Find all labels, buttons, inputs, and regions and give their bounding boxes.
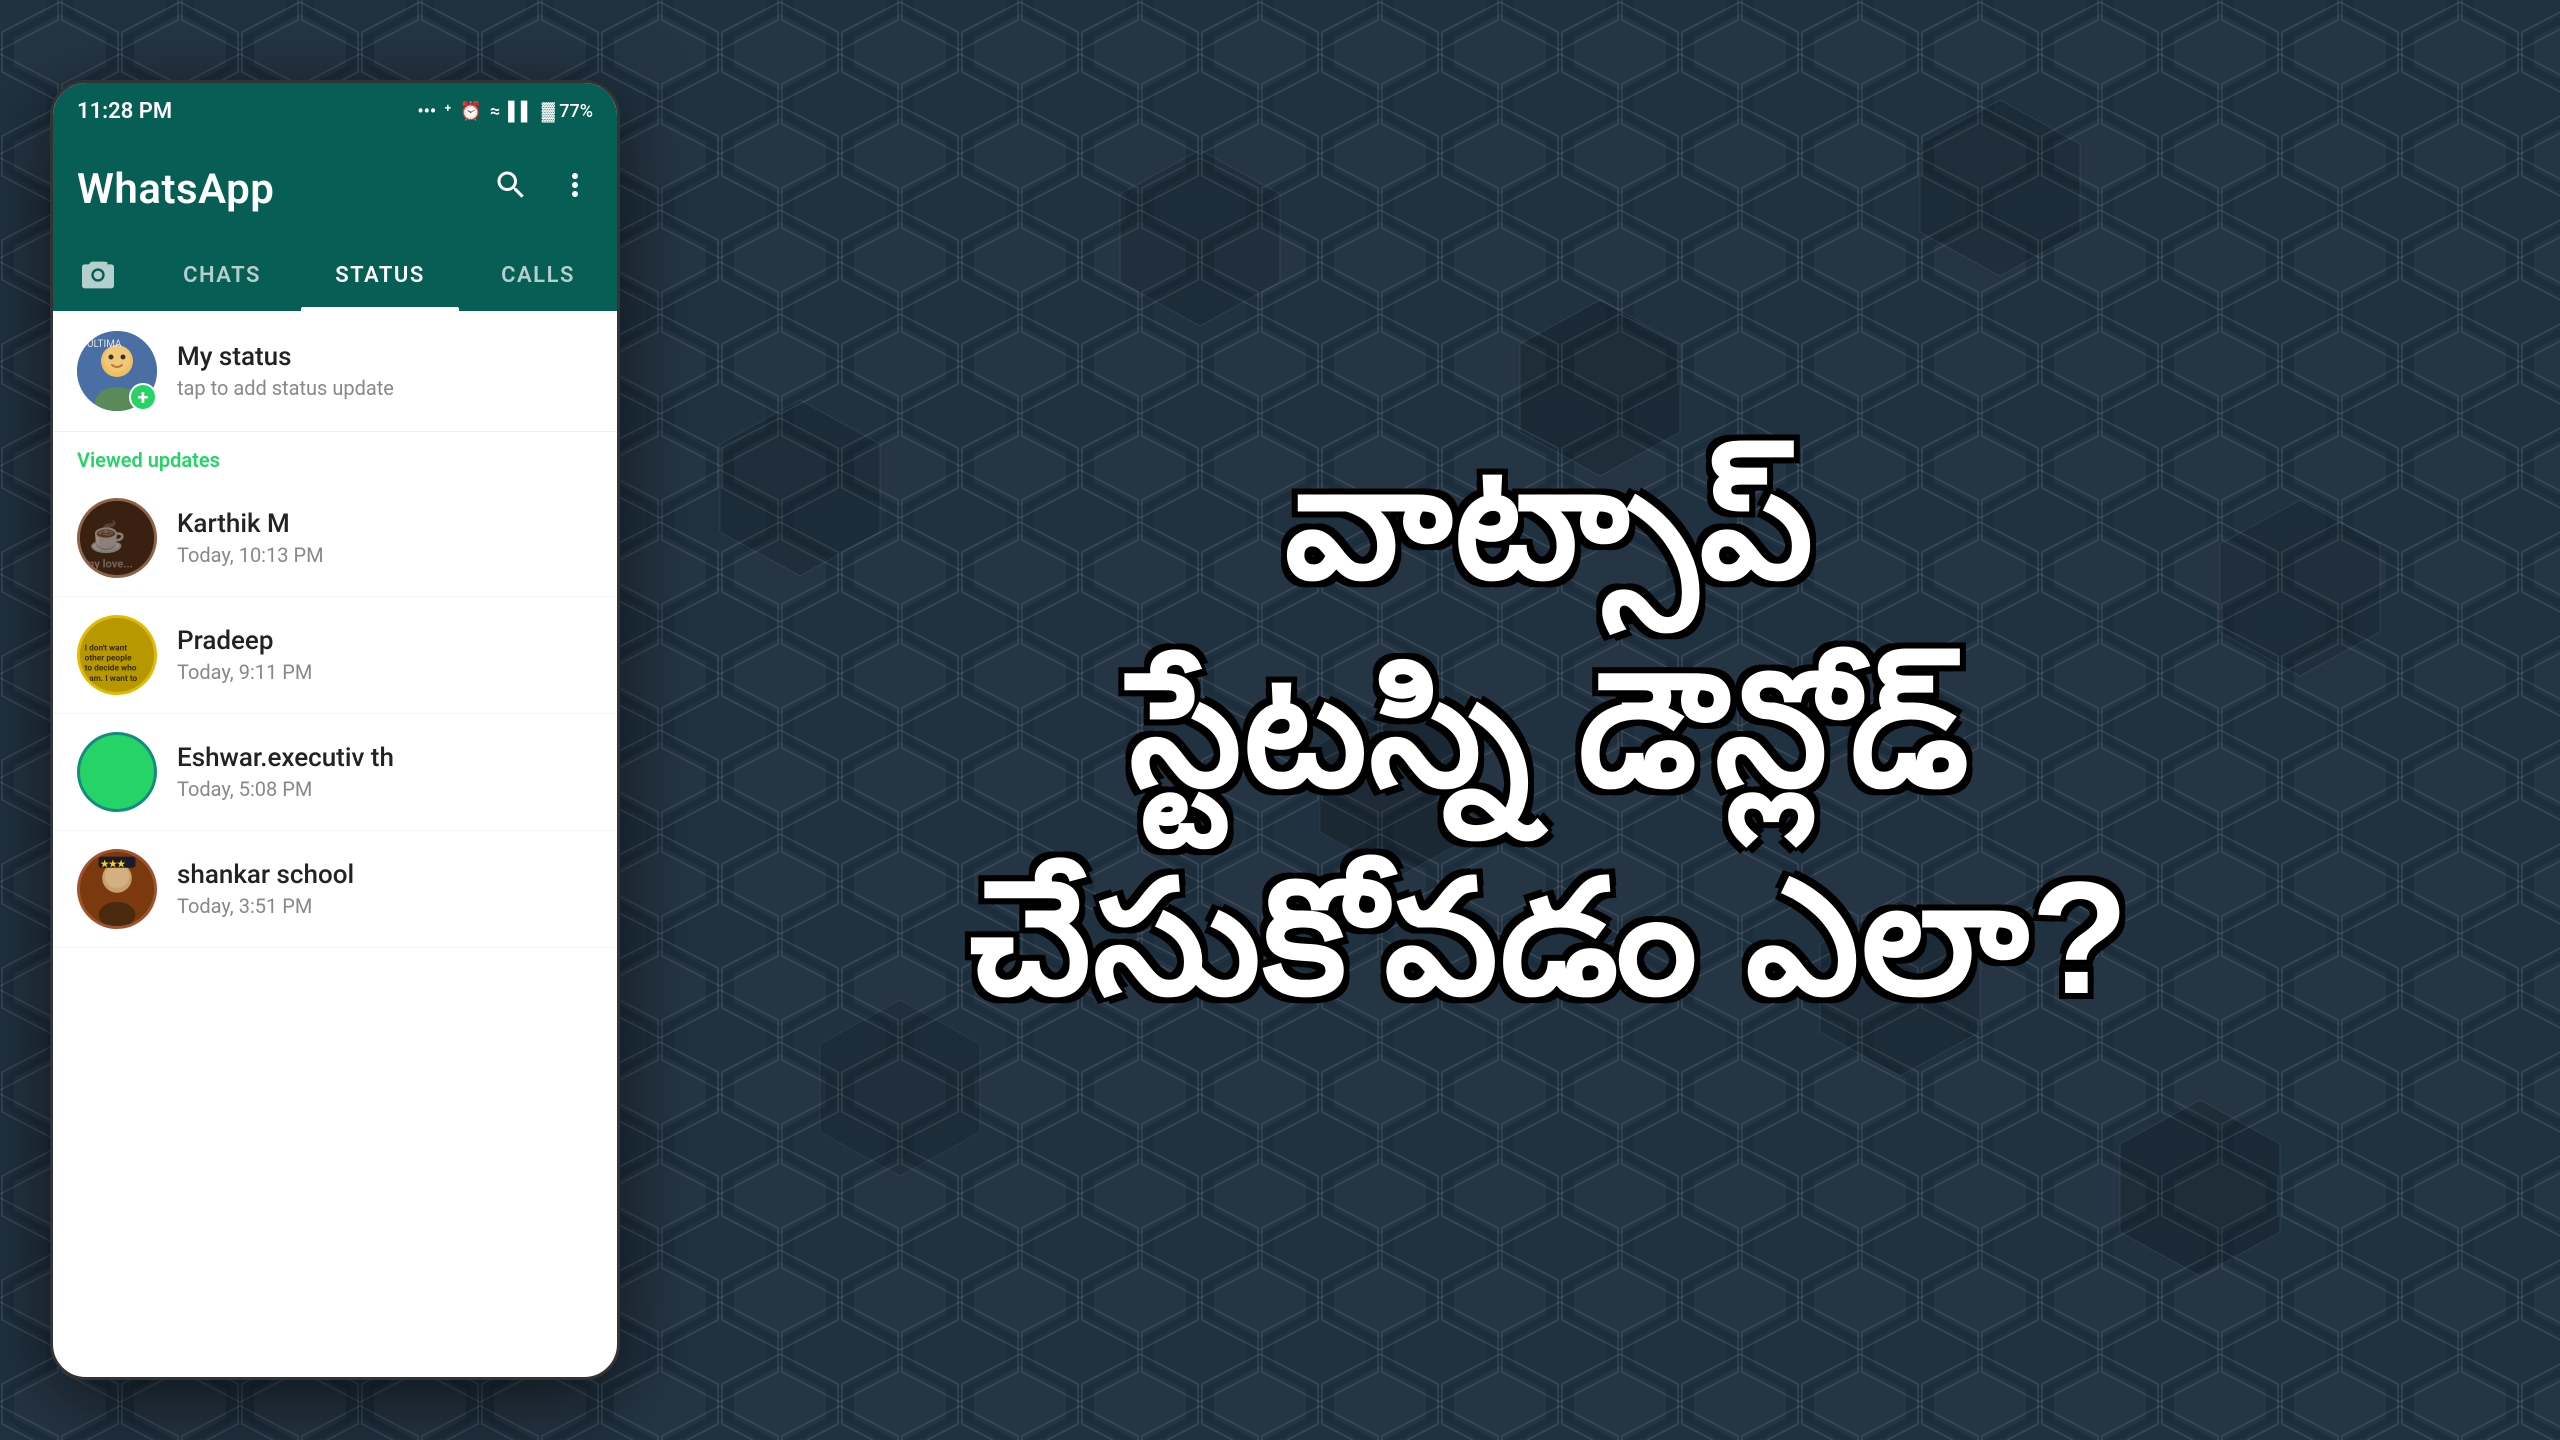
status-time: 11:28 PM bbox=[77, 99, 172, 124]
tab-chats[interactable]: CHATS bbox=[143, 239, 301, 311]
pradeep-name: Pradeep bbox=[177, 626, 312, 656]
tab-status[interactable]: STATUS bbox=[301, 239, 459, 311]
status-bar: 11:28 PM ••• ⁺ ⏰ ≈ ▌▌ ▓ 77% bbox=[53, 83, 617, 139]
karthik-info: Karthik M Today, 10:13 PM bbox=[177, 509, 324, 567]
eshwar-time: Today, 5:08 PM bbox=[177, 777, 394, 801]
karthik-name: Karthik M bbox=[177, 509, 324, 539]
my-status-row[interactable]: ULTIMA + My status tap to add status upd… bbox=[53, 311, 617, 432]
tab-bar: CHATS STATUS CALLS bbox=[53, 239, 617, 311]
my-status-name: My status bbox=[177, 342, 394, 372]
svg-text:☕: ☕ bbox=[89, 519, 126, 555]
pradeep-info: Pradeep Today, 9:11 PM bbox=[177, 626, 312, 684]
pradeep-avatar: I don't want other people to decide who … bbox=[77, 615, 157, 695]
contact-row-pradeep[interactable]: I don't want other people to decide who … bbox=[53, 597, 617, 714]
karthik-avatar: ☕ my love... bbox=[77, 498, 157, 578]
telugu-overlay: వాట్సాప్ స్టేటస్ని డౌన్లోడ్ చేసుకోవడం ఎల… bbox=[620, 80, 2480, 1380]
contact-row-shankar[interactable]: ★★★ shankar school Today, 3:51 PM bbox=[53, 831, 617, 948]
tab-calls[interactable]: CALLS bbox=[459, 239, 617, 311]
app-title: WhatsApp bbox=[77, 165, 274, 214]
my-status-sub: tap to add status update bbox=[177, 376, 394, 400]
pradeep-time: Today, 9:11 PM bbox=[177, 660, 312, 684]
contact-row-eshwar[interactable]: Eshwar.executiv th Today, 5:08 PM bbox=[53, 714, 617, 831]
svg-text:other people: other people bbox=[85, 654, 132, 664]
svg-text:I am. I want to: I am. I want to bbox=[85, 674, 138, 684]
alarm-icon: ⏰ bbox=[459, 101, 481, 122]
search-icon[interactable] bbox=[493, 167, 529, 212]
contact-row-karthik[interactable]: ☕ my love... Karthik M Today, 10:13 PM bbox=[53, 480, 617, 597]
eshwar-avatar bbox=[77, 732, 157, 812]
svg-text:★★★: ★★★ bbox=[99, 859, 126, 870]
svg-text:my love...: my love... bbox=[85, 558, 133, 571]
more-menu-icon[interactable] bbox=[557, 167, 593, 212]
svg-text:I don't want: I don't want bbox=[85, 643, 128, 653]
app-bar-actions bbox=[493, 167, 593, 212]
shankar-info: shankar school Today, 3:51 PM bbox=[177, 860, 354, 918]
my-avatar-wrap: ULTIMA + bbox=[77, 331, 157, 411]
shankar-name: shankar school bbox=[177, 860, 354, 890]
telugu-text: వాట్సాప్ స్టేటస్ని డౌన్లోడ్ చేసుకోవడం ఎల… bbox=[969, 418, 2130, 1042]
my-status-info: My status tap to add status update bbox=[177, 342, 394, 400]
svg-text:ULTIMA: ULTIMA bbox=[87, 339, 122, 350]
bluetooth-icon: ⁺ bbox=[444, 101, 451, 122]
tab-camera[interactable] bbox=[53, 239, 143, 311]
shankar-time: Today, 3:51 PM bbox=[177, 894, 354, 918]
wifi-icon: ≈ bbox=[490, 101, 500, 122]
content-area: ULTIMA + My status tap to add status upd… bbox=[53, 311, 617, 948]
karthik-time: Today, 10:13 PM bbox=[177, 543, 324, 567]
eshwar-info: Eshwar.executiv th Today, 5:08 PM bbox=[177, 743, 394, 801]
shankar-avatar: ★★★ bbox=[77, 849, 157, 929]
eshwar-name: Eshwar.executiv th bbox=[177, 743, 394, 773]
phone-mockup: 11:28 PM ••• ⁺ ⏰ ≈ ▌▌ ▓ 77% WhatsApp bbox=[50, 80, 620, 1380]
viewed-updates-label: Viewed updates bbox=[53, 432, 617, 480]
status-icons: ••• ⁺ ⏰ ≈ ▌▌ ▓ 77% bbox=[417, 101, 593, 122]
svg-text:to decide who: to decide who bbox=[85, 664, 137, 674]
app-bar: WhatsApp bbox=[53, 139, 617, 239]
add-status-btn[interactable]: + bbox=[129, 383, 157, 411]
dots-icon: ••• bbox=[417, 101, 436, 122]
signal-icon: ▌▌ bbox=[508, 101, 534, 122]
battery-icon: ▓ 77% bbox=[542, 101, 593, 122]
